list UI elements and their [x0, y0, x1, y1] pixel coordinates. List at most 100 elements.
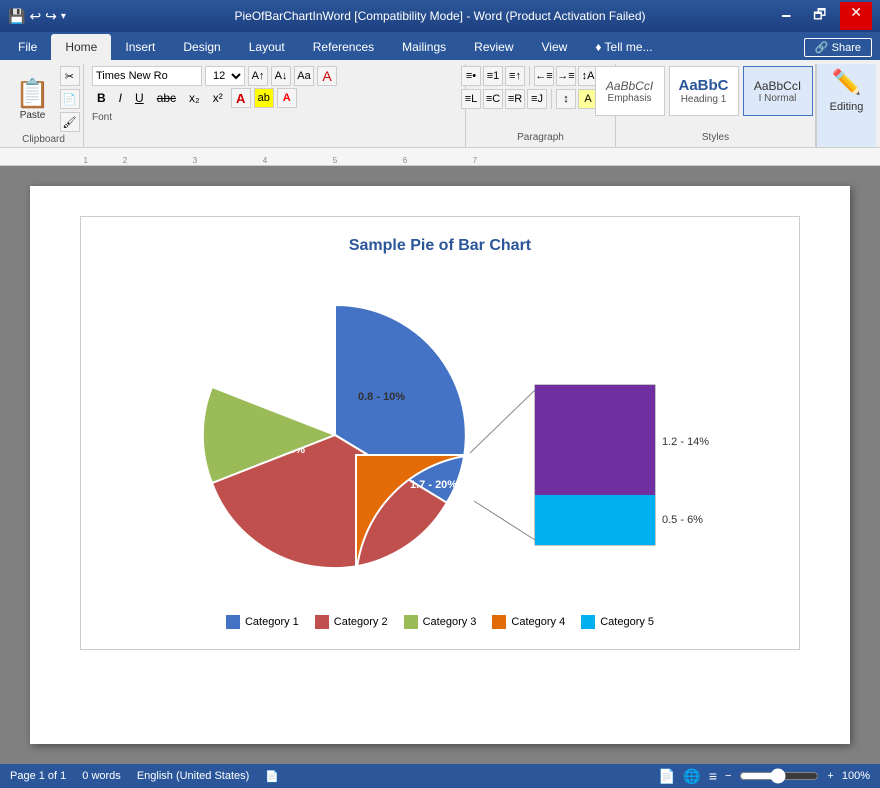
chart-body: 2.7 - 32% 3.2 - 38% 0.8 - 10%	[101, 275, 779, 595]
style-emphasis-preview: AaBbCcI	[606, 79, 653, 93]
legend-cat2-label: Category 2	[334, 616, 388, 628]
italic-button[interactable]: I	[114, 88, 127, 108]
title-bar-controls: 🗕 🗗 ✕	[773, 2, 872, 30]
underline-button[interactable]: U	[130, 88, 149, 108]
tab-mailings[interactable]: Mailings	[388, 34, 460, 60]
legend-cat1: Category 1	[226, 615, 299, 629]
zoom-in-button[interactable]: +	[827, 770, 833, 782]
bold-button[interactable]: B	[92, 88, 111, 108]
style-heading1[interactable]: AaBbC Heading 1	[669, 66, 739, 116]
format-painter-button[interactable]: 🖌	[60, 112, 80, 132]
decrease-indent-button[interactable]: ←≡	[534, 66, 554, 86]
chart-title: Sample Pie of Bar Chart	[101, 237, 779, 255]
language: English (United States)	[137, 770, 250, 783]
paragraph-label: Paragraph	[517, 130, 564, 145]
ribbon-tab-bar: File Home Insert Design Layout Reference…	[0, 32, 880, 60]
editing-label: Editing	[830, 101, 864, 113]
align-left-button[interactable]: ≡L	[461, 89, 481, 109]
style-emphasis-label: Emphasis	[608, 93, 652, 104]
page-indicator: Page 1 of 1	[10, 770, 66, 783]
multilevel-button[interactable]: ≡↑	[505, 66, 525, 86]
copy-button[interactable]: 📄	[60, 89, 80, 109]
align-right-button[interactable]: ≡R	[505, 89, 525, 109]
undo-icon[interactable]: ↩	[29, 8, 41, 25]
style-heading-label: Heading 1	[681, 94, 727, 105]
superscript-button[interactable]: x²	[208, 88, 228, 108]
tab-design[interactable]: Design	[169, 34, 234, 60]
title-bar: 💾 ↩ ↪ ▾ PieOfBarChartInWord [Compatibili…	[0, 0, 880, 32]
numbering-button[interactable]: ≡1	[483, 66, 503, 86]
save-icon[interactable]: 💾	[8, 8, 25, 25]
tab-insert[interactable]: Insert	[111, 34, 169, 60]
strikethrough-button[interactable]: abc	[152, 88, 181, 108]
bar-cat4a	[535, 385, 655, 495]
ruler: 1 2 3 4 5 6 7	[0, 148, 880, 166]
zoom-out-button[interactable]: −	[725, 770, 731, 782]
redo-icon[interactable]: ↪	[45, 8, 57, 25]
tab-home[interactable]: Home	[51, 34, 111, 60]
style-heading-preview: AaBbC	[678, 77, 728, 94]
maximize-button[interactable]: 🗗	[805, 2, 834, 30]
ribbon: 📋 Paste ✂ 📄 🖌 Clipboard 12101114 A↑ A↓ A…	[0, 60, 880, 148]
clipboard-label: Clipboard	[22, 132, 65, 147]
legend-cat5-label: Category 5	[600, 616, 654, 628]
paragraph-section: ≡• ≡1 ≡↑ ←≡ →≡ ↕A ¶ ≡L ≡C ≡R ≡J ↕ A ⊞ Pa…	[466, 64, 616, 147]
track-changes-icon[interactable]: 📄	[265, 770, 279, 783]
style-normal-preview: AaBbCcI	[754, 79, 801, 93]
font-color-button[interactable]: A	[277, 88, 297, 108]
zoom-slider[interactable]	[739, 768, 819, 784]
tab-tell-me[interactable]: ♦ Tell me...	[581, 34, 666, 60]
chart-svg: 2.7 - 32% 3.2 - 38% 0.8 - 10%	[150, 275, 730, 595]
style-normal[interactable]: AaBbCcI I Normal	[743, 66, 813, 116]
bar-cat5	[535, 495, 655, 545]
legend-cat2-color	[315, 615, 329, 629]
bar-cat5-label: 0.5 - 6%	[662, 514, 703, 526]
legend-cat5: Category 5	[581, 615, 654, 629]
tab-layout[interactable]: Layout	[235, 34, 299, 60]
bullets-button[interactable]: ≡•	[461, 66, 481, 86]
text-color-button[interactable]: A	[231, 88, 251, 108]
minimize-button[interactable]: 🗕	[773, 2, 799, 30]
tab-references[interactable]: References	[299, 34, 388, 60]
chart-legend: Category 1 Category 2 Category 3 Categor…	[101, 615, 779, 629]
dropdown-icon[interactable]: ▾	[61, 11, 66, 22]
clipboard-section: 📋 Paste ✂ 📄 🖌 Clipboard	[4, 64, 84, 147]
window-title: PieOfBarChartInWord [Compatibility Mode]…	[234, 9, 645, 23]
close-button[interactable]: ✕	[840, 2, 872, 30]
quick-access: 💾 ↩ ↪ ▾	[8, 8, 66, 25]
tab-review[interactable]: Review	[460, 34, 527, 60]
increase-indent-button[interactable]: →≡	[556, 66, 576, 86]
increase-font-button[interactable]: A↑	[248, 66, 268, 86]
change-case-button[interactable]: Aa	[294, 66, 314, 86]
align-center-button[interactable]: ≡C	[483, 89, 503, 109]
slice-cat4-label: 1.7 - 20%	[410, 479, 457, 491]
share-button[interactable]: 🔗 Share	[804, 38, 872, 57]
font-size-dropdown[interactable]: 12101114	[205, 66, 245, 86]
font-name-dropdown[interactable]	[92, 66, 202, 86]
view-web-icon[interactable]: 🌐	[683, 768, 700, 785]
font-section: 12101114 A↑ A↓ Aa A B I U abc x₂ x² A ab…	[84, 64, 466, 147]
styles-gallery: AaBbCcI Emphasis AaBbC Heading 1 AaBbCcI…	[595, 66, 837, 130]
subscript-button[interactable]: x₂	[184, 88, 205, 108]
word-count: 0 words	[82, 770, 121, 783]
decrease-font-button[interactable]: A↓	[271, 66, 291, 86]
legend-cat3-label: Category 3	[423, 616, 477, 628]
cut-button[interactable]: ✂	[60, 66, 80, 86]
editing-section: ✏️ Editing	[816, 64, 876, 147]
connector-top	[470, 390, 535, 453]
clear-format-button[interactable]: A	[317, 66, 337, 86]
line-spacing-button[interactable]: ↕	[556, 89, 576, 109]
view-outline-icon[interactable]: ≡	[709, 768, 717, 784]
tab-file[interactable]: File	[4, 34, 51, 60]
status-bar: Page 1 of 1 0 words English (United Stat…	[0, 764, 880, 788]
chart-container: Sample Pie of Bar Chart	[80, 216, 800, 650]
highlight-button[interactable]: ab	[254, 88, 274, 108]
page[interactable]: Sample Pie of Bar Chart	[30, 186, 850, 744]
view-print-icon[interactable]: 📄	[658, 768, 675, 785]
tab-view[interactable]: View	[528, 34, 582, 60]
justify-button[interactable]: ≡J	[527, 89, 547, 109]
paste-button[interactable]: 📋 Paste	[8, 66, 58, 132]
style-normal-label: I Normal	[759, 93, 797, 104]
style-emphasis[interactable]: AaBbCcI Emphasis	[595, 66, 665, 116]
legend-cat1-color	[226, 615, 240, 629]
